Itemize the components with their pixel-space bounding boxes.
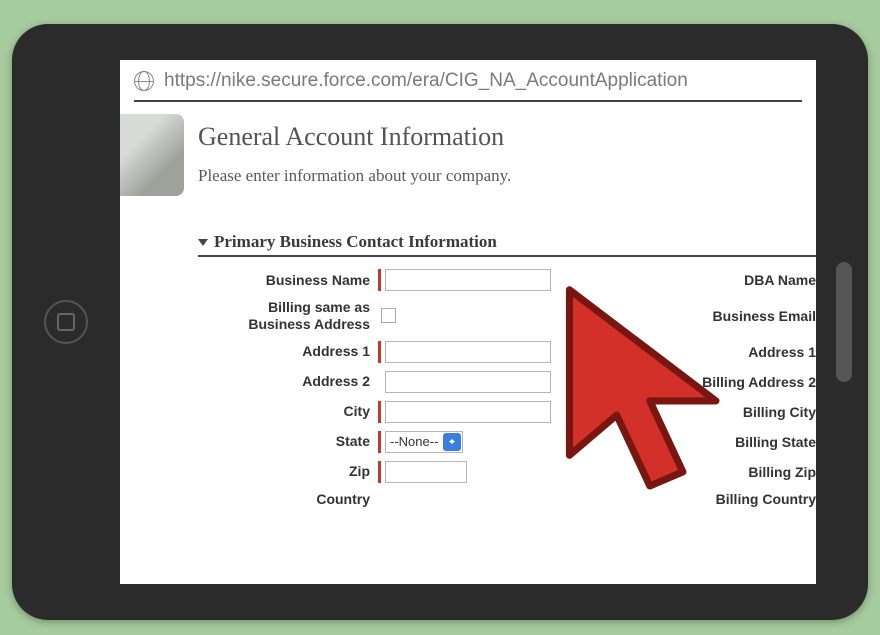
page-content: General Account Information Please enter… [120,102,816,507]
label-country: Country [198,491,378,508]
label-address1: Address 1 [198,343,378,360]
side-switch[interactable] [836,262,852,382]
url-text: https://nike.secure.force.com/era/CIG_NA… [164,70,688,92]
page-title: General Account Information [198,122,816,152]
state-select[interactable]: --None-- [385,431,463,453]
label-billing-same: Billing same as Business Address [198,299,378,333]
cell-city [378,401,578,423]
cell-zip [378,461,578,483]
label-city: City [198,403,378,420]
label-b-address2: Billing Address 2 [578,374,816,390]
label-business-name: Business Name [198,272,378,289]
cell-billing-same [378,308,578,323]
cell-address2 [378,371,578,393]
url-bar[interactable]: https://nike.secure.force.com/era/CIG_NA… [120,60,816,100]
browser-screen: https://nike.secure.force.com/era/CIG_NA… [120,60,816,584]
required-marker [378,269,381,291]
label-b-address1: Address 1 [578,344,816,360]
side-image [120,114,184,196]
cell-state: --None-- [378,431,578,453]
label-zip: Zip [198,463,378,480]
label-b-state: Billing State [578,434,816,450]
address2-input[interactable] [385,371,551,393]
label-b-country: Billing Country [578,491,816,507]
cell-business-name [378,269,578,291]
label-state: State [198,433,378,450]
section-header: Primary Business Contact Information [198,232,816,257]
tablet-frame: https://nike.secure.force.com/era/CIG_NA… [12,24,868,620]
label-b-city: Billing City [578,404,816,420]
cell-address1 [378,341,578,363]
city-input[interactable] [385,401,551,423]
required-marker [378,461,381,483]
required-marker [378,431,381,453]
chevron-updown-icon [443,433,461,451]
label-business-email: Business Email [578,308,816,324]
address1-input[interactable] [385,341,551,363]
business-name-input[interactable] [385,269,551,291]
home-button[interactable] [44,300,88,344]
required-marker [378,401,381,423]
label-address2: Address 2 [198,373,378,390]
label-dba-name: DBA Name [578,272,816,288]
page-subtitle: Please enter information about your comp… [198,166,816,186]
globe-icon [134,71,154,91]
required-marker [378,341,381,363]
label-b-zip: Billing Zip [578,464,816,480]
billing-same-checkbox[interactable] [381,308,396,323]
form-grid: Business Name DBA Name Billing same as B… [198,269,816,507]
zip-input[interactable] [385,461,467,483]
